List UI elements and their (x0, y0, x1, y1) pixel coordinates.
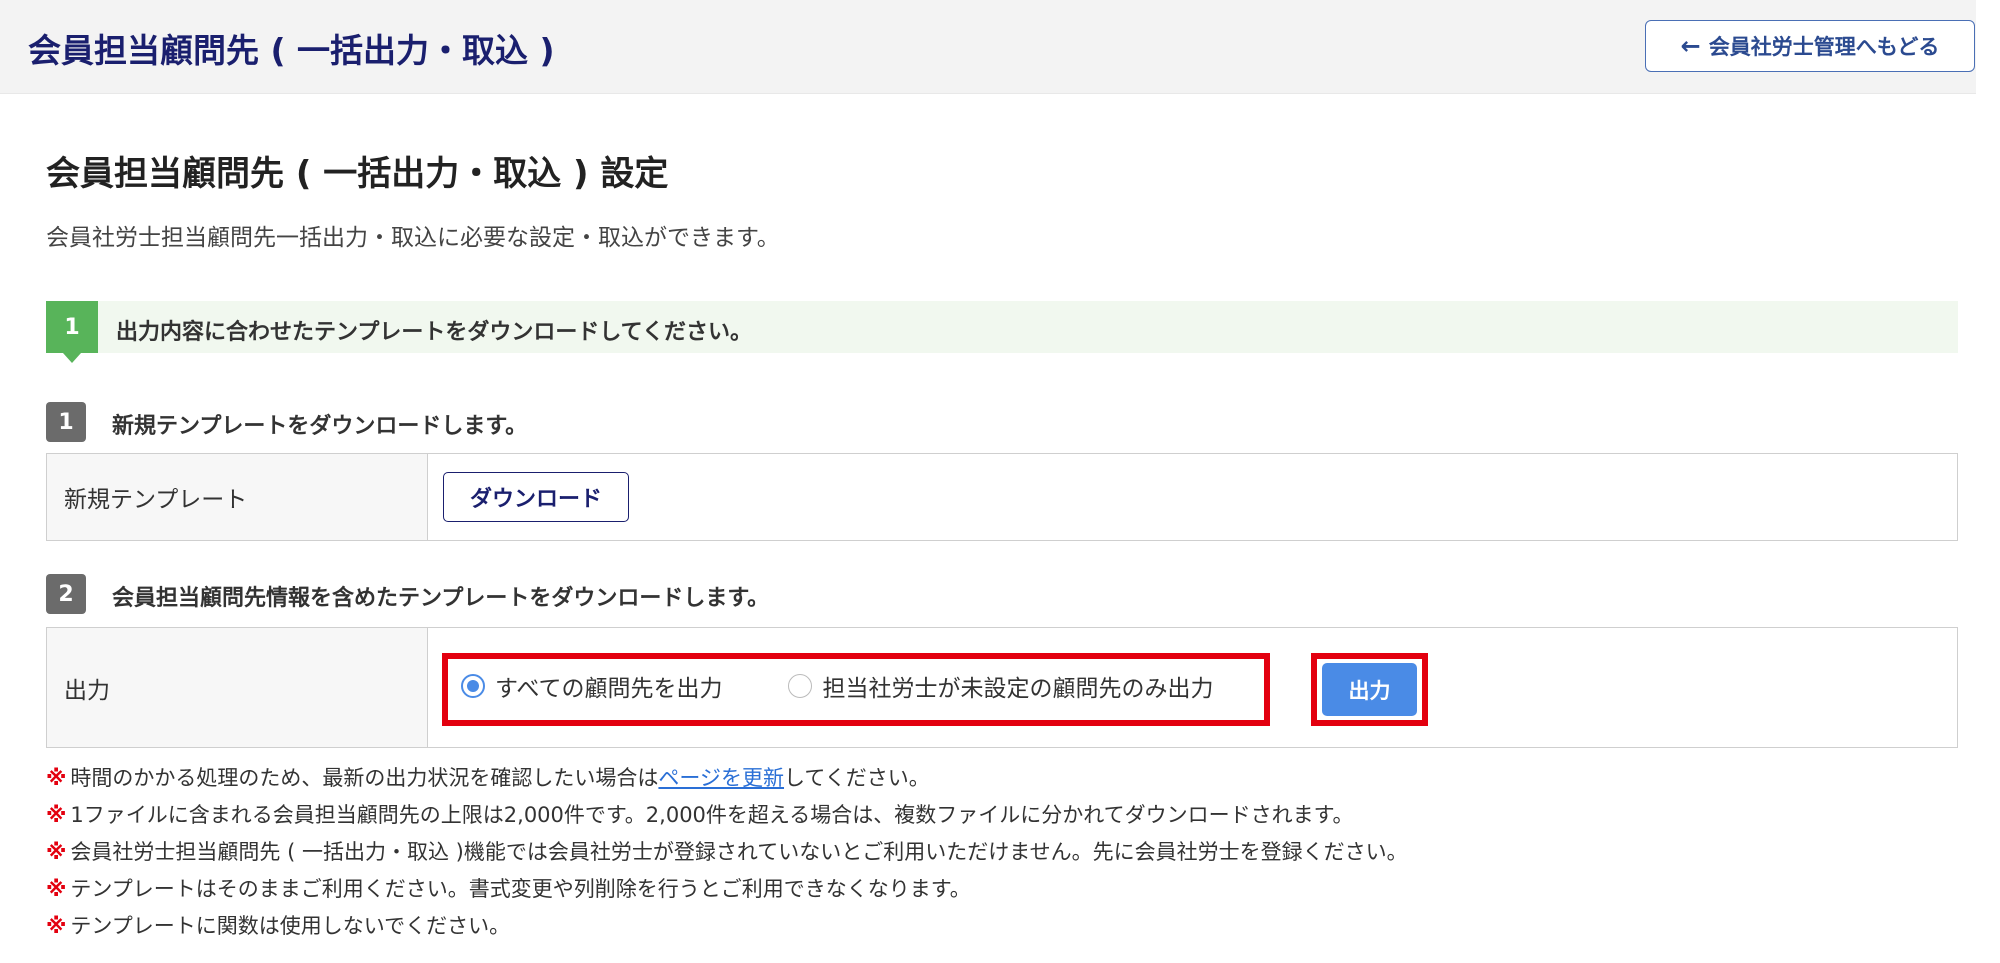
page-title: 会員担当顧問先 ( 一括出力・取込 ) 設定 (46, 154, 669, 194)
page-description: 会員社労士担当顧問先一括出力・取込に必要な設定・取込ができます。 (46, 225, 780, 251)
back-button-label: 会員社労士管理へもどる (1708, 35, 1940, 59)
step-number-badge: 1 (46, 301, 98, 363)
note-mark: ※ (46, 877, 67, 901)
note-item: ※ 時間のかかる処理のため、最新の出力状況を確認したい場合はページを更新してくださ… (46, 765, 1408, 802)
download-button[interactable]: ダウンロード (443, 472, 629, 522)
section-title: 会員担当顧問先情報を含めたテンプレートをダウンロードします。 (112, 586, 770, 611)
note-item: ※ テンプレートはそのままご利用ください。書式変更や列削除を行うとご利用できなくな… (46, 876, 1408, 913)
highlight-box-options (442, 653, 1270, 726)
note-text: テンプレートに関数は使用しないでください。 (70, 914, 511, 938)
row-label: 新規テンプレート (47, 454, 428, 540)
note-item: ※ 会員社労士担当顧問先 ( 一括出力・取込 )機能では会員社労士が登録されていな… (46, 839, 1408, 876)
notes-list: ※ 時間のかかる処理のため、最新の出力状況を確認したい場合はページを更新してくださ… (46, 765, 1408, 950)
note-item: ※ 1ファイルに含まれる会員担当顧問先の上限は2,000件です。2,000件を超え… (46, 802, 1408, 839)
note-text: 1ファイルに含まれる会員担当顧問先の上限は2,000件です。2,000件を超える… (70, 803, 1354, 827)
note-item: ※ テンプレートに関数は使用しないでください。 (46, 913, 1408, 950)
section-number-badge: 1 (46, 402, 86, 442)
note-mark: ※ (46, 803, 67, 827)
row-label: 出力 (47, 628, 428, 747)
back-to-member-management-button[interactable]: ← 会員社労士管理へもどる (1645, 20, 1975, 72)
note-mark: ※ (46, 840, 67, 864)
new-template-row: 新規テンプレート ダウンロード (46, 453, 1958, 541)
note-text: してください。 (784, 766, 930, 790)
step-instruction: 出力内容に合わせたテンプレートをダウンロードしてください。 (116, 320, 753, 345)
output-button[interactable]: 出力 (1322, 663, 1417, 716)
note-mark: ※ (46, 914, 67, 938)
app-title: 会員担当顧問先 ( 一括出力・取込 ) (28, 31, 555, 70)
section-number-badge: 2 (46, 574, 86, 614)
note-text: 会員社労士担当顧問先 ( 一括出力・取込 )機能では会員社労士が登録されていない… (70, 840, 1408, 864)
section-title: 新規テンプレートをダウンロードします。 (112, 414, 528, 439)
note-text: 時間のかかる処理のため、最新の出力状況を確認したい場合は (70, 766, 659, 790)
note-mark: ※ (46, 766, 67, 790)
arrow-left-icon: ← (1680, 32, 1701, 60)
note-text: テンプレートはそのままご利用ください。書式変更や列削除を行うとご利用できなくなり… (70, 877, 971, 901)
step-banner: 1 出力内容に合わせたテンプレートをダウンロードしてください。 (46, 301, 1958, 363)
refresh-page-link[interactable]: ページを更新 (658, 766, 784, 790)
top-header: 会員担当顧問先 ( 一括出力・取込 ) ← 会員社労士管理へもどる (0, 0, 1976, 94)
